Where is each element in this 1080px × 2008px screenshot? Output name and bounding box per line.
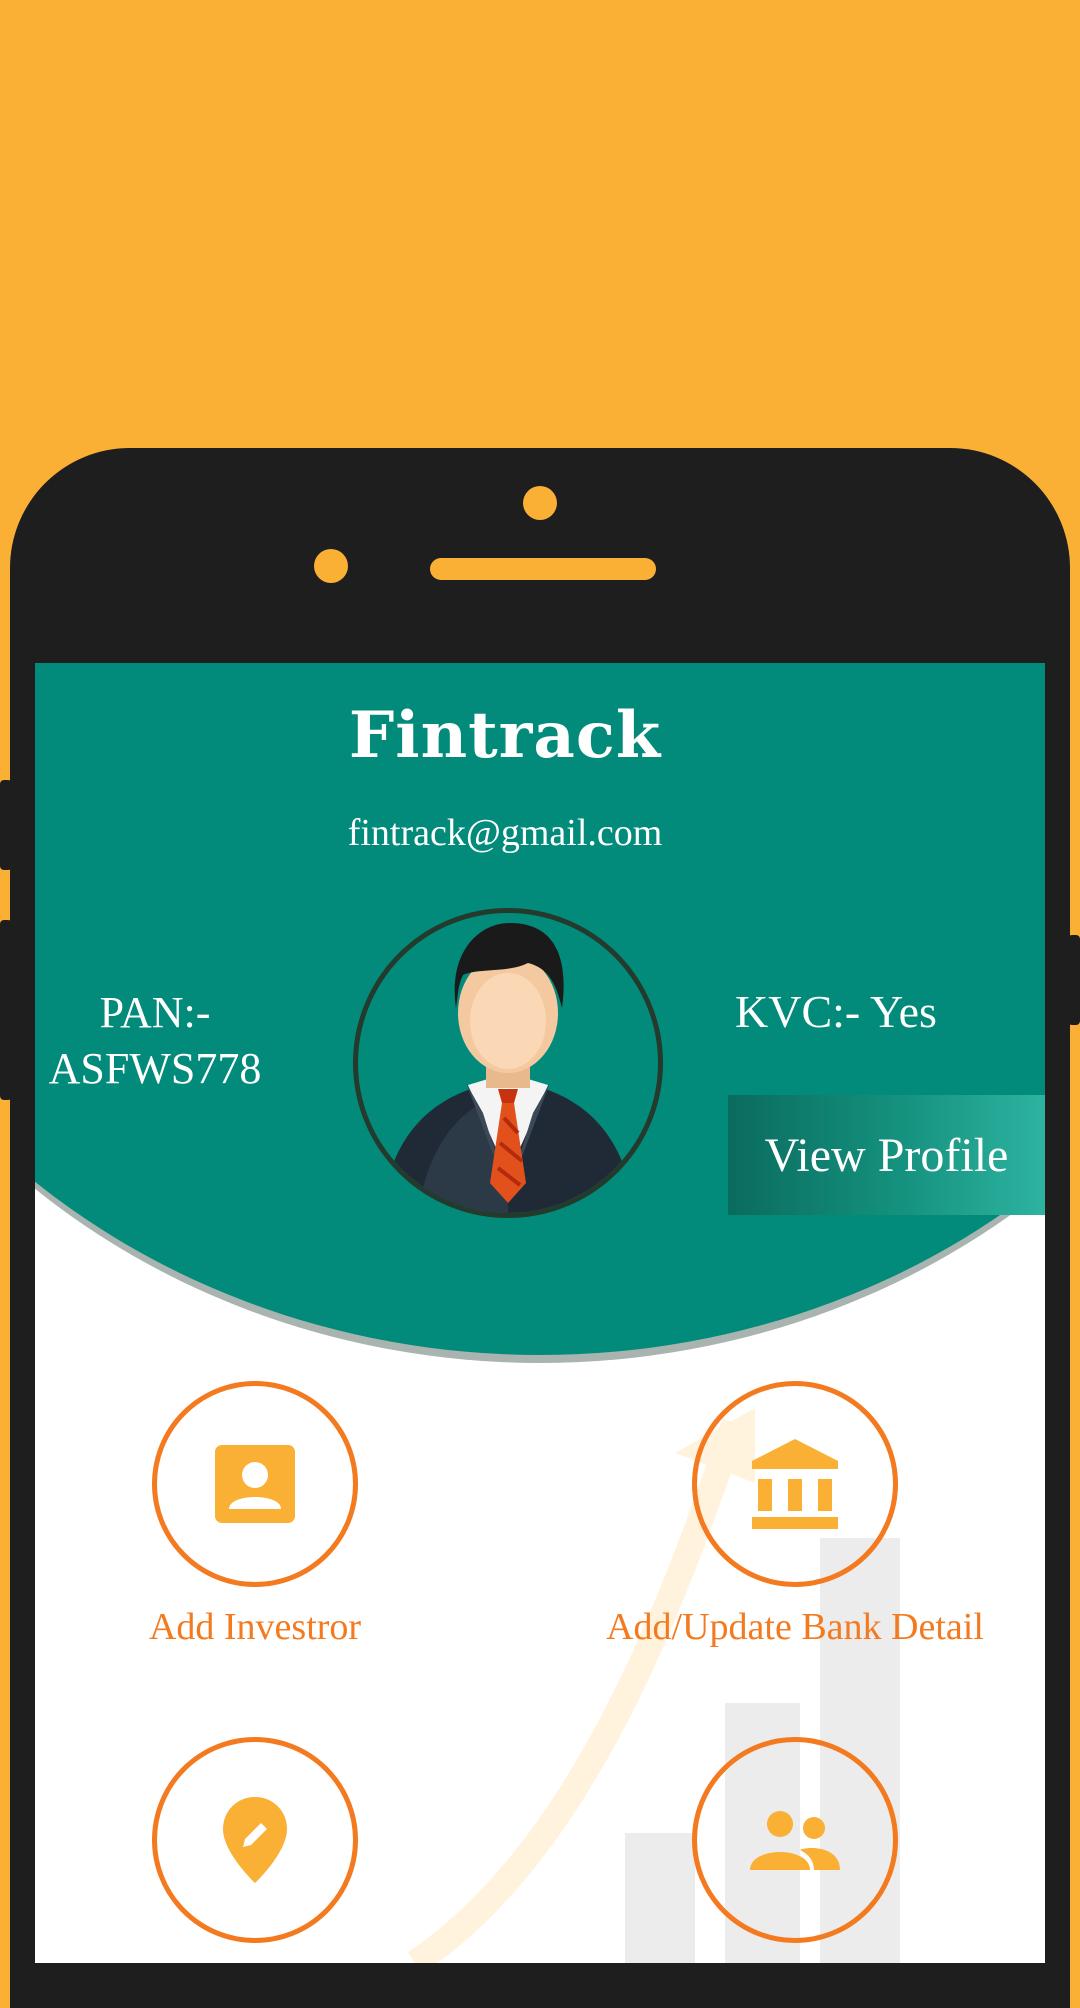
add-investor-button[interactable]: Add Investror: [35, 1381, 475, 1649]
people-button[interactable]: [575, 1737, 1015, 1961]
kvc-status: KVC:- Yes: [735, 986, 937, 1037]
app-screen: Fintrack fintrack@gmail.com PAN:- ASFWS7…: [35, 663, 1045, 1963]
phone-side-button-right: [1068, 935, 1080, 1025]
pan-info: PAN:- ASFWS778: [35, 985, 275, 1097]
people-icon: [750, 1811, 840, 1870]
sensor-icon: [314, 549, 348, 583]
bank-detail-circle[interactable]: [692, 1381, 898, 1587]
location-edit-button[interactable]: [35, 1737, 475, 1961]
people-circle[interactable]: [692, 1737, 898, 1943]
location-edit-circle[interactable]: [152, 1737, 358, 1943]
bank-detail-button[interactable]: Add/Update Bank Detail: [575, 1381, 1015, 1649]
earpiece-speaker: [430, 558, 656, 580]
front-camera-icon: [523, 486, 557, 520]
phone-side-button-left: [0, 780, 12, 870]
view-profile-button[interactable]: View Profile: [728, 1095, 1045, 1215]
pan-label: PAN:-: [99, 988, 211, 1037]
add-investor-label: Add Investror: [148, 1606, 362, 1648]
location-edit-icon: [223, 1797, 287, 1883]
phone-side-button-left-2: [0, 920, 12, 1100]
add-investor-circle[interactable]: [152, 1381, 358, 1587]
bank-icon: [752, 1439, 838, 1529]
bank-detail-label: Add/Update Bank Detail: [606, 1606, 984, 1648]
pan-value: ASFWS778: [48, 1044, 262, 1093]
businessman-avatar-icon: [383, 923, 633, 1213]
user-email: fintrack@gmail.com: [347, 812, 663, 854]
contact-card-icon: [215, 1445, 295, 1523]
avatar[interactable]: [353, 908, 663, 1218]
app-title: Fintrack: [348, 698, 662, 773]
